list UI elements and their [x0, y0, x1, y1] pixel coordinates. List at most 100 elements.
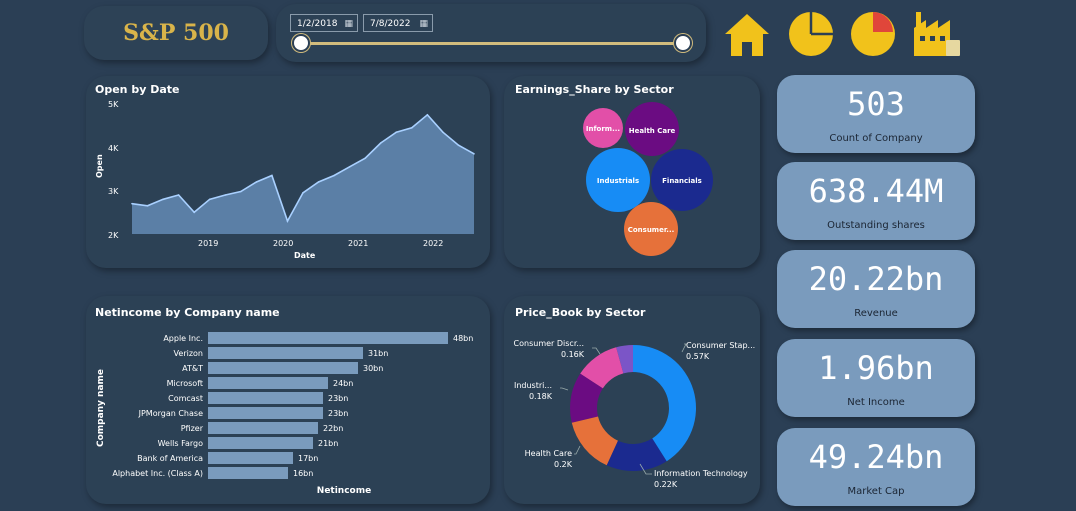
netincome-bar[interactable]: [208, 392, 323, 404]
price-book-donut-chart[interactable]: Consumer Stap... 0.57K Information Techn…: [504, 296, 760, 504]
data-point[interactable]: [271, 174, 273, 177]
kpi-market-cap: 49.24bn Market Cap: [777, 428, 975, 506]
kpi-label: Net Income: [847, 397, 905, 408]
end-date-input[interactable]: 7/8/2022 ▦: [363, 14, 433, 32]
date-slider-end-handle[interactable]: [674, 34, 692, 52]
bar-category-label: JPMorgan Chase: [138, 409, 203, 418]
data-point[interactable]: [333, 174, 335, 177]
kpi-label: Count of Company: [829, 133, 923, 144]
bubble-label: Consumer...: [628, 226, 675, 234]
slice-label: Information Technology: [654, 469, 748, 478]
earnings-bubble-chart[interactable]: Inform... Health Care Industrials Financ…: [504, 76, 760, 268]
data-point[interactable]: [177, 194, 180, 196]
data-point[interactable]: [162, 198, 164, 201]
x-axis-label: Netincome: [317, 486, 371, 496]
y-axis-label: Company name: [96, 369, 106, 447]
y-tick: 2K: [108, 231, 119, 240]
slice-value: 0.22K: [654, 480, 678, 489]
x-tick: 2020: [273, 239, 293, 248]
data-point[interactable]: [208, 198, 211, 201]
bubble-financials[interactable]: Financials: [651, 149, 713, 211]
data-point[interactable]: [317, 181, 320, 183]
data-point[interactable]: [457, 144, 460, 146]
calendar-icon[interactable]: ▦: [344, 15, 353, 33]
open-area[interactable]: [132, 114, 474, 234]
bar-category-label: Comcast: [168, 394, 203, 403]
data-point[interactable]: [255, 181, 258, 183]
title-panel: S&P 500: [84, 6, 268, 60]
bubble-industrials[interactable]: Industrials: [586, 148, 650, 212]
bar-value-label: 21bn: [318, 439, 338, 448]
bar-value-label: 48bn: [453, 334, 473, 343]
bar-category-label: Bank of America: [137, 454, 203, 463]
data-point[interactable]: [473, 153, 475, 155]
bar-value-label: 22bn: [323, 424, 343, 433]
bubble-information-technology[interactable]: Inform...: [583, 108, 623, 148]
bar-value-label: 30bn: [363, 364, 383, 373]
date-slider-track[interactable]: [302, 42, 684, 45]
calendar-icon[interactable]: ▦: [419, 15, 428, 33]
data-point[interactable]: [131, 202, 133, 205]
data-point[interactable]: [193, 211, 195, 214]
data-point[interactable]: [379, 142, 382, 144]
bar-category-label: Verizon: [174, 349, 203, 358]
netincome-card: Netincome by Company name Company name N…: [86, 296, 490, 504]
date-slider-start-handle[interactable]: [292, 34, 310, 52]
data-point[interactable]: [240, 190, 242, 193]
data-point[interactable]: [286, 220, 289, 222]
slice-value: 0.57K: [686, 352, 710, 361]
netincome-bar[interactable]: [208, 362, 358, 374]
netincome-bar[interactable]: [208, 452, 293, 464]
kpi-value: 49.24bn: [808, 438, 944, 476]
y-axis-label: Open: [95, 154, 104, 178]
netincome-bar[interactable]: [208, 347, 363, 359]
netincome-bar[interactable]: [208, 467, 288, 479]
factory-icon[interactable]: [912, 10, 962, 58]
data-point[interactable]: [364, 157, 366, 159]
data-point[interactable]: [348, 166, 351, 168]
x-tick: 2019: [198, 239, 218, 248]
kpi-label: Market Cap: [847, 486, 905, 497]
slice-label: Industri...: [514, 381, 552, 390]
netincome-bar[interactable]: [208, 377, 328, 389]
slice-value: 0.18K: [529, 392, 553, 401]
bar-category-label: Wells Fargo: [158, 439, 204, 448]
pie-chart-icon[interactable]: [786, 10, 836, 58]
data-point[interactable]: [411, 127, 413, 129]
slice-label: Consumer Discr...: [514, 339, 584, 348]
netincome-bar[interactable]: [208, 422, 318, 434]
kpi-value: 20.22bn: [808, 260, 944, 298]
slice-value: 0.16K: [561, 350, 585, 359]
home-icon[interactable]: [722, 10, 772, 58]
netincome-bar[interactable]: [208, 332, 448, 344]
data-point[interactable]: [442, 131, 444, 133]
data-point[interactable]: [426, 114, 429, 116]
bar-value-label: 24bn: [333, 379, 353, 388]
date-slicer: 1/2/2018 ▦ 7/8/2022 ▦: [276, 4, 706, 62]
netincome-bar[interactable]: [208, 437, 313, 449]
bar-category-label: AT&T: [182, 364, 203, 373]
earnings-share-card: Earnings_Share by Sector Inform... Healt…: [504, 76, 760, 268]
data-point[interactable]: [146, 205, 149, 207]
data-point[interactable]: [395, 131, 398, 133]
kpi-value: 1.96bn: [818, 349, 934, 387]
start-date-input[interactable]: 1/2/2018 ▦: [290, 14, 358, 32]
data-point[interactable]: [302, 192, 304, 194]
netincome-bar[interactable]: [208, 407, 323, 419]
bar-category-label: Pfizer: [181, 424, 204, 433]
slice-label: Consumer Stap...: [686, 341, 755, 350]
bubble-health-care[interactable]: Health Care: [625, 102, 679, 156]
kpi-value: 503: [847, 85, 905, 123]
kpi-count-of-company: 503 Count of Company: [777, 75, 975, 153]
slice-label: Health Care: [525, 449, 572, 458]
x-tick: 2021: [348, 239, 368, 248]
open-by-date-chart[interactable]: 5K 4K 3K 2K 2019 2020 2021 2022 Date Ope…: [86, 76, 490, 268]
bubble-consumer-discretionary[interactable]: Consumer...: [624, 202, 678, 256]
data-point[interactable]: [224, 194, 227, 196]
price-book-card: Price_Book by Sector Consumer Stap... 0.…: [504, 296, 760, 504]
end-date-value: 7/8/2022: [370, 19, 411, 29]
bubble-label: Inform...: [586, 125, 620, 133]
bar-value-label: 17bn: [298, 454, 318, 463]
netincome-bar-chart[interactable]: Company name Netincome Apple Inc. 48bn Ver…: [86, 296, 490, 504]
pie-chart-highlight-icon[interactable]: [848, 10, 898, 58]
